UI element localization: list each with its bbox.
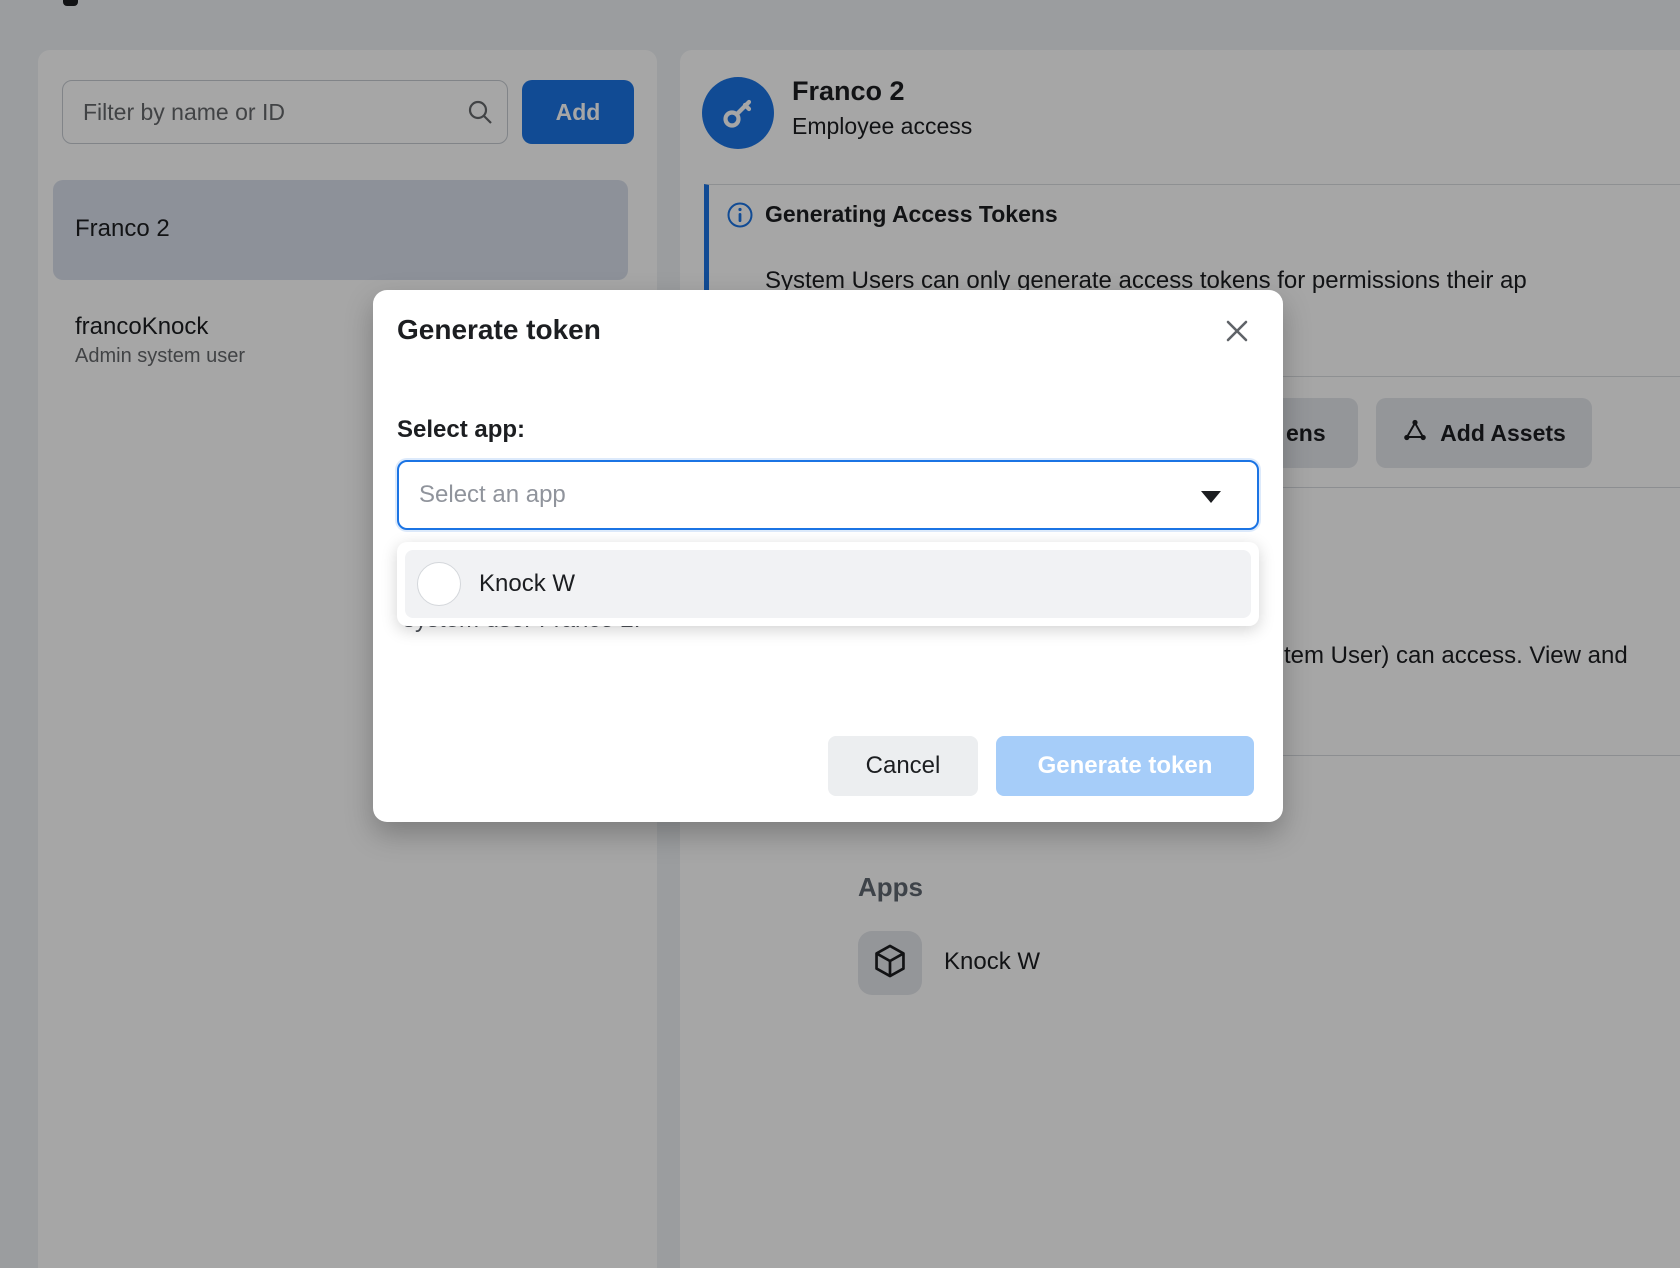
dialog-title: Generate token <box>397 314 601 346</box>
select-app-label: Select app: <box>397 416 525 444</box>
cancel-button[interactable]: Cancel <box>828 736 978 796</box>
app-option-knock-w[interactable]: Knock W <box>405 550 1251 618</box>
app-options-list: Knock W <box>397 542 1259 626</box>
chevron-down-icon <box>1201 491 1221 503</box>
app-option-label: Knock W <box>479 570 575 598</box>
generate-token-button[interactable]: Generate token <box>996 736 1254 796</box>
page: Add Franco 2 francoKnock Admin system us… <box>0 0 1680 1268</box>
dropdown-placeholder: Select an app <box>419 481 566 509</box>
app-avatar <box>417 562 461 606</box>
close-icon[interactable] <box>1219 314 1255 350</box>
generate-token-dialog: Generate token Select app: Select an app… <box>373 290 1283 822</box>
app-select-dropdown[interactable]: Select an app <box>397 460 1259 530</box>
